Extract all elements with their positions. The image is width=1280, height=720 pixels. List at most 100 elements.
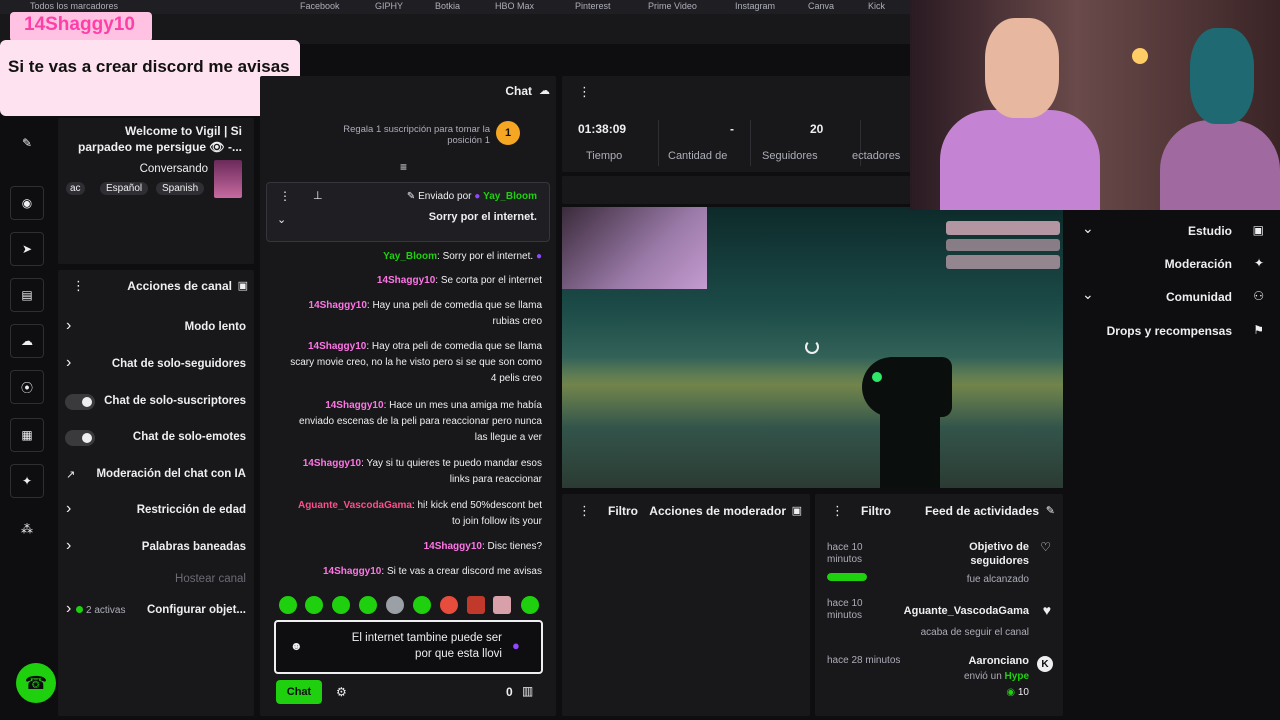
- chevron-down-icon[interactable]: ⌄: [277, 213, 286, 226]
- mic-icon[interactable]: ●: [512, 638, 520, 653]
- bookmark[interactable]: Pinterest: [575, 1, 611, 11]
- emote-icon[interactable]: [467, 596, 485, 614]
- chat-username[interactable]: 14Shaggy10: [325, 400, 383, 411]
- activity-filter[interactable]: Filtro: [861, 504, 891, 518]
- banned-words-label[interactable]: Palabras baneadas: [142, 541, 246, 553]
- channel-actions-title: Acciones de canal: [127, 279, 232, 293]
- pencil-icon[interactable]: ✎: [10, 126, 44, 160]
- filter-icon[interactable]: ≡: [400, 160, 407, 174]
- more-options-icon[interactable]: ⋮: [578, 84, 591, 100]
- wrench-icon[interactable]: ✦: [10, 464, 44, 498]
- chat-username[interactable]: 14Shaggy10: [309, 300, 367, 311]
- drops-icon: ⚑: [1253, 323, 1264, 337]
- broadcast-icon[interactable]: ⦿: [10, 370, 44, 404]
- pin-icon[interactable]: ➤: [10, 232, 44, 266]
- gift-icon[interactable]: ▥: [522, 684, 533, 698]
- subscribers-only-toggle[interactable]: [65, 394, 95, 410]
- emote-icon[interactable]: [332, 596, 350, 614]
- chat-username[interactable]: 14Shaggy10: [424, 541, 482, 552]
- nav-item-estudio[interactable]: Estudio: [1188, 224, 1232, 238]
- layout-icon[interactable]: ▦: [10, 418, 44, 452]
- bookmark[interactable]: Prime Video: [648, 1, 697, 11]
- emote-icon[interactable]: [279, 596, 297, 614]
- shield-icon: ▣: [237, 280, 248, 292]
- emote-icon[interactable]: [493, 596, 511, 614]
- mod-actions-filter[interactable]: Filtro: [608, 504, 638, 518]
- bookmark[interactable]: HBO Max: [495, 1, 534, 11]
- chat-message: 14Shaggy10: Se corta por el internet: [376, 275, 542, 286]
- chat-username[interactable]: Aguante_VascodaGama: [298, 500, 412, 511]
- chevron-right-icon[interactable]: ›: [66, 354, 71, 372]
- chat-input[interactable]: El internet tambine puede ser por que es…: [274, 620, 543, 674]
- bookmark[interactable]: Canva: [808, 1, 834, 11]
- overlay-message: Si te vas a crear discord me avisas: [0, 40, 300, 116]
- chat-icon: ☁: [539, 85, 550, 97]
- help-button[interactable]: ☎: [16, 663, 56, 703]
- host-channel-label: Hostear canal: [175, 573, 246, 585]
- activity-title: Aguante_VascodaGama: [903, 605, 1029, 617]
- age-restriction-label[interactable]: Restricción de edad: [137, 504, 246, 516]
- bookmark[interactable]: GIPHY: [375, 1, 403, 11]
- chevron-down-icon[interactable]: ⌄: [1082, 220, 1094, 237]
- send-chat-button[interactable]: Chat: [276, 680, 322, 704]
- tag[interactable]: ac: [66, 182, 85, 195]
- nav-item-moderacion[interactable]: Moderación: [1165, 257, 1232, 271]
- goals-label[interactable]: Configurar objet...: [147, 604, 246, 616]
- followers-only-label[interactable]: Chat de solo-seguidores: [112, 358, 246, 370]
- nav-item-comunidad[interactable]: Comunidad: [1166, 290, 1232, 304]
- bookmark[interactable]: Instagram: [735, 1, 775, 11]
- pinned-by-user: Yay_Bloom: [483, 191, 537, 202]
- tag[interactable]: Español: [100, 182, 149, 195]
- chat-username[interactable]: 14Shaggy10: [308, 341, 366, 352]
- slow-mode-label[interactable]: Modo lento: [185, 321, 246, 333]
- emote-icon[interactable]: [386, 596, 404, 614]
- stream-info-panel: Welcome to Vigil | Si parpadeo me persig…: [58, 118, 254, 264]
- emote-icon[interactable]: [359, 596, 377, 614]
- emote-icon[interactable]: [305, 596, 323, 614]
- stream-preview[interactable]: [562, 207, 1063, 488]
- emoji-icon[interactable]: ☻: [290, 639, 303, 653]
- emotes-only-label: Chat de solo-emotes: [132, 431, 246, 443]
- tag[interactable]: Spanish: [156, 182, 205, 195]
- apps-icon[interactable]: ⁂: [10, 512, 44, 546]
- stats-panel: ⋮ ectadores 20 Seguidores - Cantidad de …: [562, 76, 910, 172]
- chat-text: Yay si tu quieres te puedo mandar esos l…: [366, 458, 542, 485]
- chat-username[interactable]: 14Shaggy10: [323, 566, 381, 577]
- chat-username[interactable]: Yay_Bloom: [383, 251, 437, 262]
- bookmark[interactable]: Todos los marcadores: [30, 1, 118, 11]
- chevron-right-icon[interactable]: ›: [66, 317, 71, 335]
- camera-icon[interactable]: ◉: [10, 186, 44, 220]
- bookmark[interactable]: Botkia: [435, 1, 460, 11]
- document-icon[interactable]: ▤: [10, 278, 44, 312]
- player-toolbar: [562, 176, 910, 204]
- chevron-right-icon[interactable]: ›: [66, 500, 71, 518]
- chat-message: Yay_Bloom: Sorry por el internet. ●: [383, 251, 542, 262]
- wrench-icon: ✦: [1253, 256, 1264, 270]
- more-options-icon[interactable]: ⋮: [831, 503, 844, 519]
- pin-icon[interactable]: ⊥: [313, 189, 323, 202]
- chat-username[interactable]: 14Shaggy10: [377, 275, 435, 286]
- count-label: Cantidad de: [668, 150, 728, 162]
- chevron-down-icon[interactable]: ⌄: [1082, 286, 1094, 303]
- chat-username[interactable]: 14Shaggy10: [303, 458, 361, 469]
- bookmark[interactable]: Facebook: [300, 1, 340, 11]
- bookmark[interactable]: Kick: [868, 1, 885, 11]
- emote-icon[interactable]: [440, 596, 458, 614]
- external-link-icon[interactable]: ↗: [66, 468, 75, 481]
- emotes-only-toggle[interactable]: [65, 430, 95, 446]
- activity-amount: ◉ 10: [1006, 687, 1029, 698]
- more-options-icon[interactable]: ⋮: [279, 189, 291, 203]
- chat-text: Si te vas a crear discord me avisas: [386, 566, 542, 577]
- more-options-icon[interactable]: ⋮: [578, 503, 591, 519]
- gift-sub-text[interactable]: Regala 1 suscripción para tomar la posic…: [310, 124, 490, 146]
- emote-icon[interactable]: [521, 596, 539, 614]
- nav-item-drops[interactable]: Drops y recompensas: [1107, 324, 1232, 338]
- status-dot-icon: [76, 606, 83, 613]
- more-options-icon[interactable]: ⋮: [72, 278, 85, 294]
- chevron-right-icon[interactable]: ›: [66, 537, 71, 555]
- chevron-right-icon[interactable]: ›: [66, 600, 71, 618]
- emote-icon[interactable]: [413, 596, 431, 614]
- settings-icon[interactable]: ⚙: [336, 685, 347, 699]
- ai-moderation-label[interactable]: Moderación del chat con IA: [96, 468, 246, 480]
- chat-bubble-icon[interactable]: ☁: [10, 324, 44, 358]
